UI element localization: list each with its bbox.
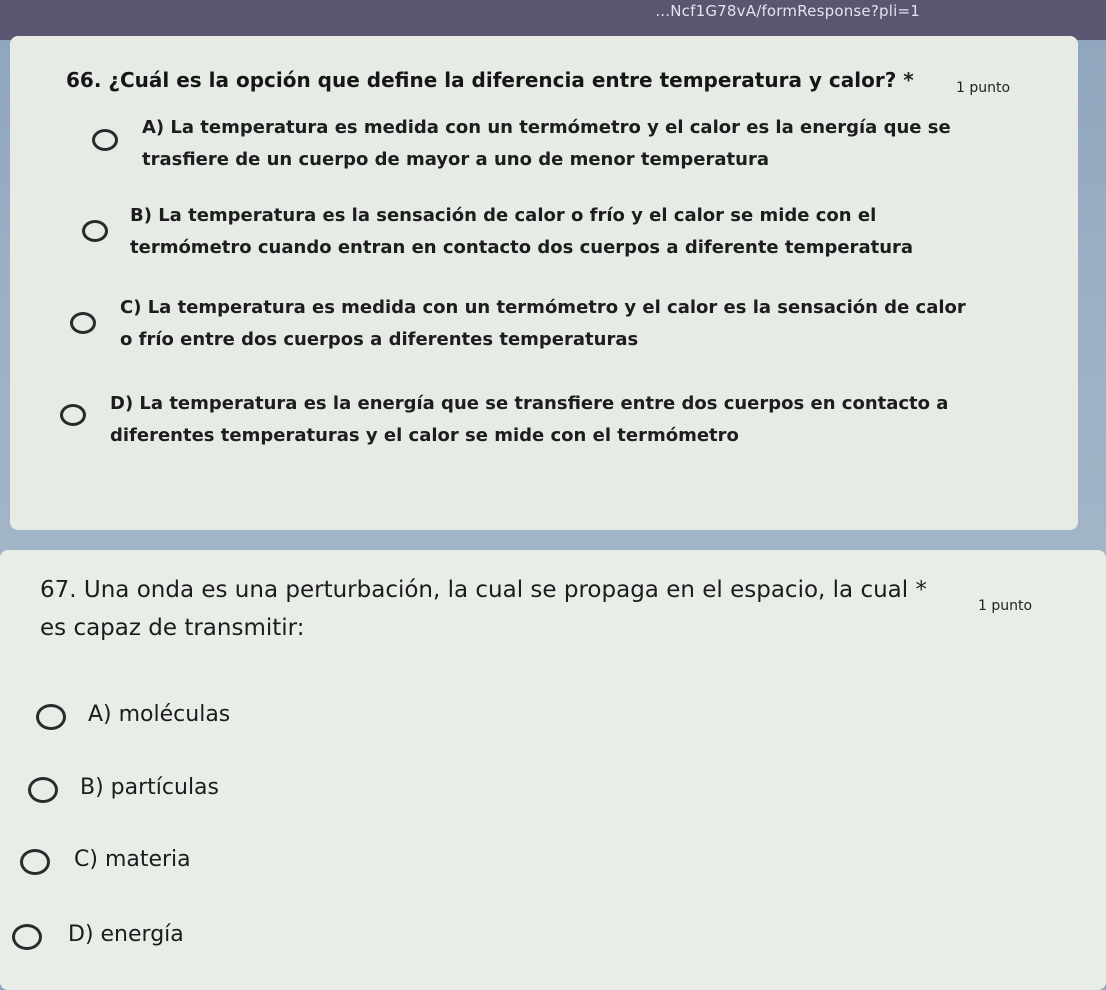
radio-button[interactable] bbox=[70, 312, 96, 334]
option-line: trasfiere de un cuerpo de mayor a uno de… bbox=[142, 149, 769, 170]
radio-button[interactable] bbox=[20, 849, 50, 875]
option-line: termómetro cuando entran en contacto dos… bbox=[130, 237, 914, 258]
question-title-66: 66. ¿Cuál es la opción que define la dif… bbox=[66, 68, 914, 92]
option-line: B) La temperatura es la sensación de cal… bbox=[130, 205, 877, 226]
url-text: ...Ncf1G78vA/formResponse?pli=1 bbox=[655, 2, 920, 20]
option-label: B) La temperatura es la sensación de cal… bbox=[130, 200, 1010, 264]
points-label: 1 punto bbox=[978, 598, 1033, 614]
radio-button[interactable] bbox=[12, 924, 42, 950]
radio-button[interactable] bbox=[36, 704, 66, 730]
option-line: D) La temperatura es la energía que se t… bbox=[110, 393, 949, 414]
option-label: A) moléculas bbox=[88, 702, 231, 727]
question-text: 66. ¿Cuál es la opción que define la dif… bbox=[66, 68, 897, 92]
option-line: A) La temperatura es medida con un termó… bbox=[142, 117, 951, 138]
radio-button[interactable] bbox=[82, 220, 108, 242]
question-text: 67. Una onda es una perturbación, la cua… bbox=[40, 577, 909, 603]
option-label: C) materia bbox=[74, 847, 191, 872]
question-title-67-line2: es capaz de transmitir: bbox=[40, 615, 305, 641]
option-label: C) La temperatura es medida con un termó… bbox=[120, 292, 1000, 356]
question-card-67: 67. Una onda es una perturbación, la cua… bbox=[0, 550, 1106, 990]
required-asterisk: * bbox=[903, 68, 914, 92]
question-card-66: 66. ¿Cuál es la opción que define la dif… bbox=[10, 36, 1078, 530]
option-label: D) energía bbox=[68, 922, 184, 947]
option-label: A) La temperatura es medida con un termó… bbox=[142, 112, 1022, 176]
radio-button[interactable] bbox=[60, 404, 86, 426]
option-line: o frío entre dos cuerpos a diferentes te… bbox=[120, 329, 639, 350]
radio-button[interactable] bbox=[92, 129, 118, 151]
option-label: B) partículas bbox=[80, 775, 219, 800]
required-asterisk: * bbox=[915, 577, 927, 603]
option-label: D) La temperatura es la energía que se t… bbox=[110, 388, 990, 452]
option-line: diferentes temperaturas y el calor se mi… bbox=[110, 425, 739, 446]
radio-button[interactable] bbox=[28, 777, 58, 803]
option-line: C) La temperatura es medida con un termó… bbox=[120, 297, 966, 318]
question-title-67: 67. Una onda es una perturbación, la cua… bbox=[40, 572, 927, 608]
browser-url-bar[interactable]: ...Ncf1G78vA/formResponse?pli=1 bbox=[0, 0, 1106, 40]
points-label: 1 punto bbox=[956, 80, 1011, 96]
